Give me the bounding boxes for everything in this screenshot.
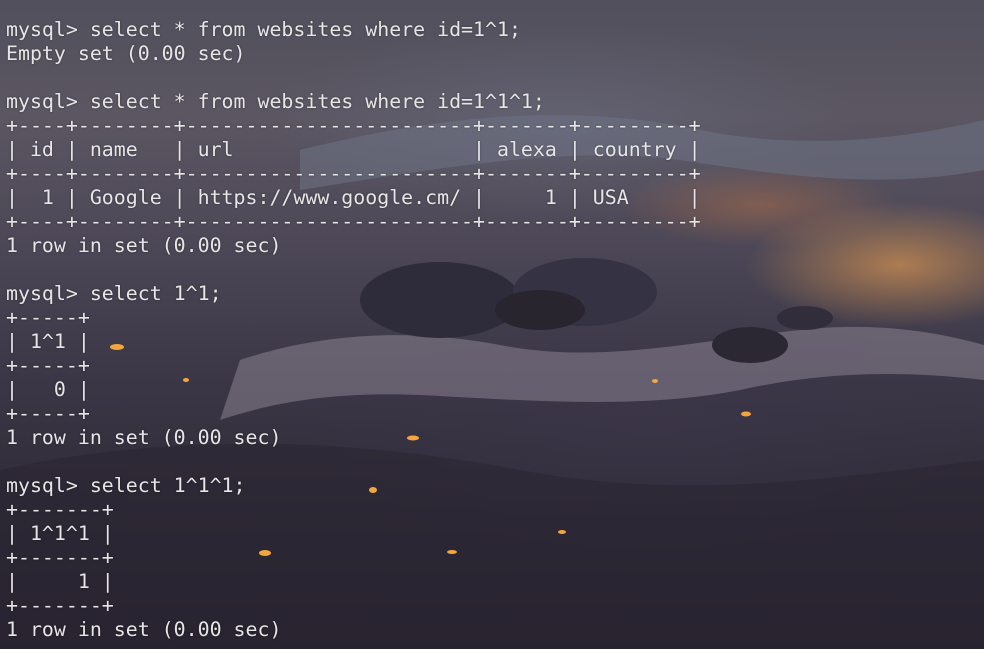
table-border: +-----+: [6, 354, 90, 377]
terminal-output[interactable]: mysql> select * from websites where id=1…: [6, 18, 701, 642]
table-border: +----+--------+------------------------+…: [6, 210, 701, 233]
table-border: +-------+: [6, 546, 114, 569]
table-header-row: | 1^1 |: [6, 330, 90, 353]
table-border: +-------+: [6, 498, 114, 521]
result-message: 1 row in set (0.00 sec): [6, 618, 282, 641]
table-row: | 1 | Google | https://www.google.cm/ | …: [6, 186, 701, 209]
prompt-line: mysql> select 1^1;: [6, 282, 222, 305]
prompt-line: mysql> select 1^1^1;: [6, 474, 246, 497]
table-border: +----+--------+------------------------+…: [6, 114, 701, 137]
table-header-row: | id | name | url | alexa | country |: [6, 138, 701, 161]
table-border: +-----+: [6, 306, 90, 329]
result-message: 1 row in set (0.00 sec): [6, 234, 282, 257]
table-border: +----+--------+------------------------+…: [6, 162, 701, 185]
prompt-line: mysql> select * from websites where id=1…: [6, 90, 545, 113]
table-header-row: | 1^1^1 |: [6, 522, 114, 545]
prompt-line: mysql> select * from websites where id=1…: [6, 18, 521, 41]
table-border: +-----+: [6, 402, 90, 425]
table-row: | 1 |: [6, 570, 114, 593]
table-border: +-------+: [6, 594, 114, 617]
result-message: 1 row in set (0.00 sec): [6, 426, 282, 449]
table-row: | 0 |: [6, 378, 90, 401]
result-message: Empty set (0.00 sec): [6, 42, 246, 65]
